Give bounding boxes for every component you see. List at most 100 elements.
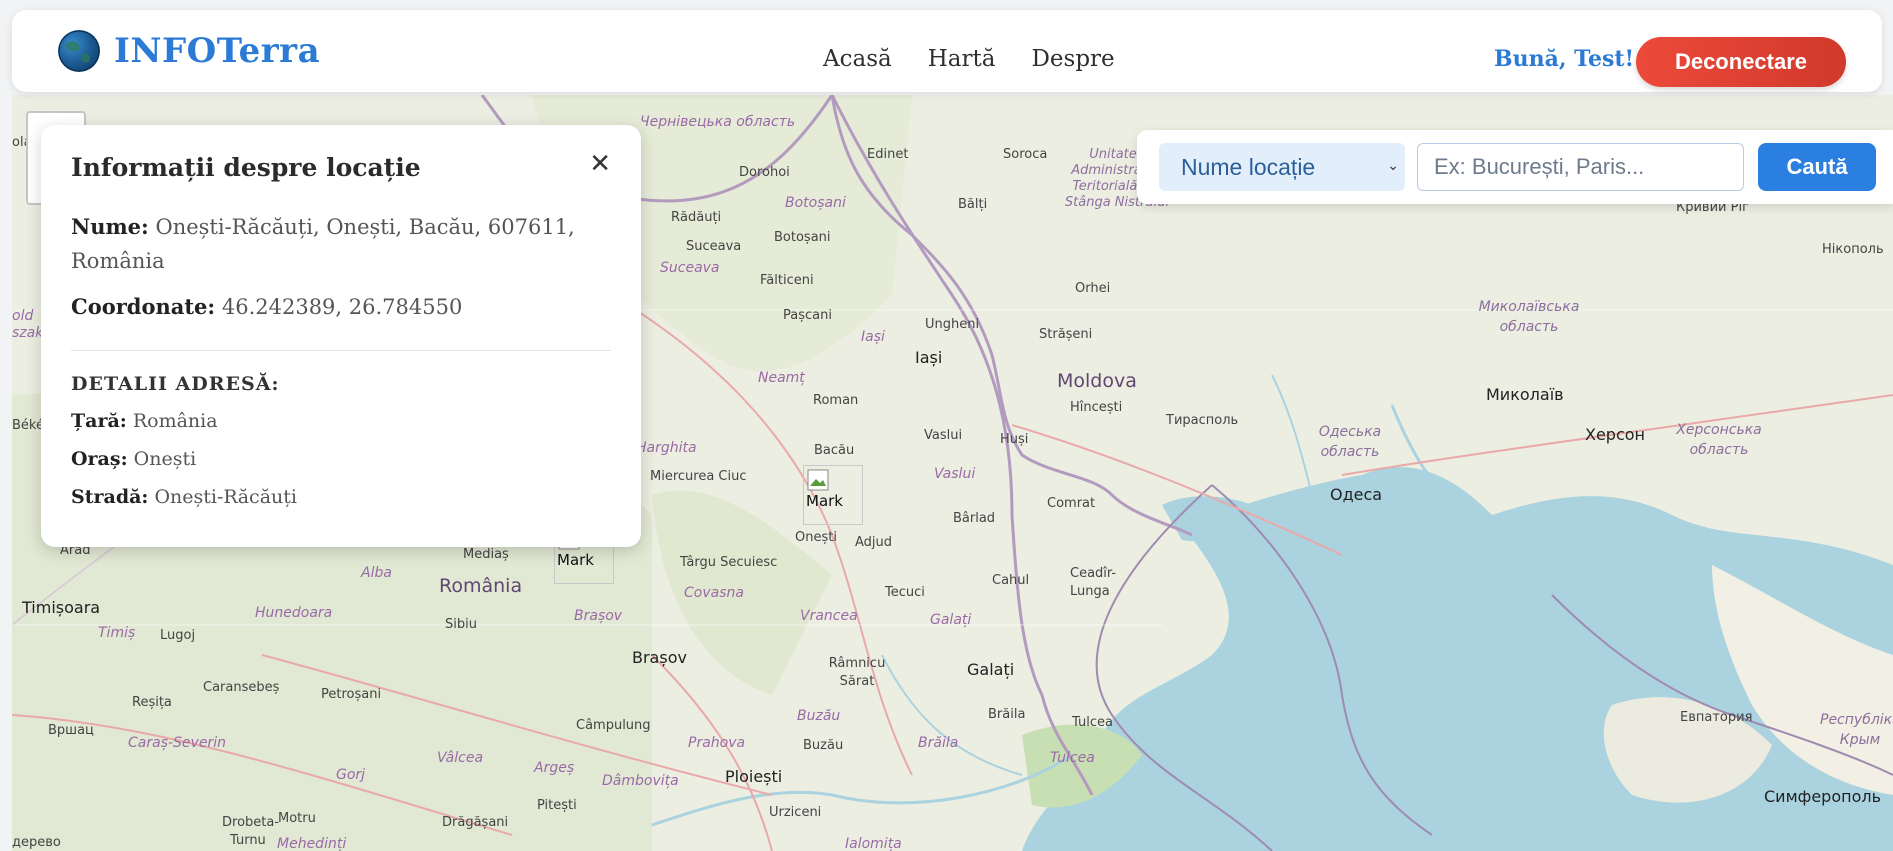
address-heading: DETALII ADRESĂ: [71,373,280,395]
map-label: Евпатория [1680,710,1753,725]
map-label: Bălți [958,197,988,212]
brand-name: INFOTerra [114,31,321,71]
info-panel-title: Informații despre locație [71,153,421,182]
map-label: Galați [967,660,1015,679]
address-label: Stradă: [71,486,149,508]
map-label: Soroca [1003,147,1048,162]
search-type-select[interactable]: Nume locație ⌄ [1159,143,1405,191]
map-label: Ungheni [925,317,980,332]
brand[interactable]: INFOTerra [58,30,320,72]
map-label: Vrancea [800,608,858,624]
map-label: Sibiu [445,617,477,632]
nav-about-link[interactable]: Despre [1031,46,1114,72]
map-label: Lugoj [160,628,196,643]
map-label: Ialomița [845,836,902,851]
map-label: Huși [1000,432,1029,447]
chevron-down-icon: ⌄ [1387,157,1399,173]
map-label: Drobeta- [222,815,280,830]
search-input[interactable] [1417,143,1744,191]
map-label: Galați [930,612,972,628]
map-label: дерево [12,835,61,850]
map-label: Roman [813,393,859,408]
top-navbar: INFOTerra Acasă Hartă Despre Bună, Test!… [12,10,1882,92]
map-label: Râmnicu Sărat [828,656,886,689]
map-label: Argeș [534,760,575,776]
map-label: Urziceni [769,805,822,820]
map-label: Vaslui [924,428,963,443]
map-label: Одеса [1330,485,1383,504]
map-label: Miercurea Ciuc [650,469,747,484]
map-label: Comrat [1047,496,1096,511]
broken-image-icon [807,469,829,491]
map-label: Вршац [48,723,94,738]
address-label: Țară: [71,410,127,432]
map-label: Motru [278,811,316,826]
map-label: Botoșani [785,195,846,211]
map-label: Brașov [574,608,623,624]
map-label: Bacău [814,443,855,458]
map-label: Mehedinți [277,836,347,851]
map-label: Botoșani [774,230,831,245]
map-label: Caransebeș [203,680,280,695]
map-label: Миколаїв [1486,385,1564,404]
map-label: Neamț [758,370,805,386]
info-coords-row: Coordonate: 46.242389, 26.784550 [71,290,611,324]
map-label: Rădăuți [671,210,722,225]
map-label: Caraș-Severin [128,735,226,751]
map-label: Vâlcea [437,750,484,766]
map-label: Adjud [855,535,893,550]
map-label: Херсонська область [1676,422,1762,458]
map-label: Iași [915,348,943,367]
logout-button[interactable]: Deconectare [1636,37,1846,87]
nav-home-link[interactable]: Acasă [823,46,892,72]
map-label: old [12,308,34,324]
map-label: Moldova [1057,370,1137,392]
map-label: Strășeni [1039,327,1093,342]
map-label: Hîncești [1070,400,1123,415]
address-row-city: Oraș: Onești [71,447,611,471]
map-label: Timiș [98,625,136,641]
map-label: Херсон [1585,425,1646,444]
search-type-value: Nume locație [1181,153,1316,180]
close-icon[interactable]: ✕ [589,149,611,179]
nav-map-link[interactable]: Hartă [928,46,996,72]
map-label: Onești [795,530,837,545]
map-label: Orhei [1075,281,1111,296]
map-label: Suceava [660,260,720,276]
map-label: Tulcea [1050,750,1095,766]
map-label: Covasna [684,585,744,601]
divider [71,350,611,351]
map-label: Одеська область [1318,424,1382,460]
map-marker[interactable]: Mark [803,465,863,525]
marker-label: Mark [557,551,594,569]
address-value: Onești [133,448,197,470]
map-label: Pitești [537,798,577,813]
map-label: Республіка Крым [1820,712,1893,748]
map-label: Buzău [797,708,841,724]
user-greeting: Bună, Test! [1494,46,1635,72]
map-label: Edinet [867,147,909,162]
map-label: szak [12,325,44,341]
map-label: Ceadîr-Lunga [1070,566,1117,599]
map-label: Vaslui [934,466,976,482]
search-panel: Nume locație ⌄ Caută [1137,130,1893,204]
globe-logo-icon [58,30,100,72]
map-label: Чернівецька область [640,114,796,130]
map-label: Timișoara [22,598,101,617]
map-label: Bârlad [953,511,996,526]
map-label: Petroșani [321,687,382,702]
map-label: Fălticeni [760,273,814,288]
search-button[interactable]: Caută [1758,143,1876,191]
map-label: Brașov [632,648,687,667]
map-label: Tulcea [1072,715,1113,730]
map-label: Нікополь [1822,242,1884,257]
map-label: Buzău [803,738,844,753]
map-label: Dâmbovița [602,773,679,789]
map-label: Cahul [992,573,1030,588]
map-label: Prahova [688,735,746,751]
map-label: Turnu [230,833,266,848]
address-row-country: Țară: România [71,409,611,433]
map-label: Reșița [132,695,172,710]
map-label: Симферополь [1764,787,1882,806]
map-label: Ploiești [725,767,783,786]
